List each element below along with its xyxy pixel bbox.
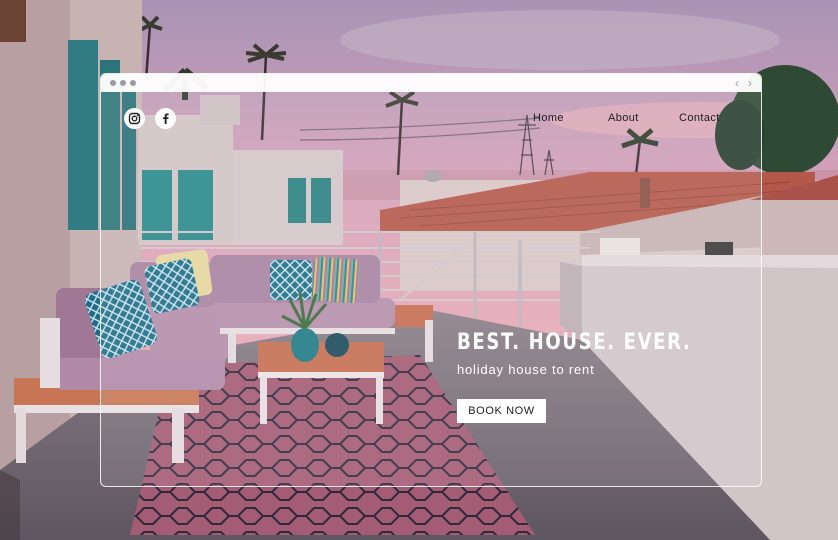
window-dot-icon bbox=[120, 80, 126, 86]
back-arrow-icon[interactable]: ‹ bbox=[735, 75, 739, 91]
book-now-button[interactable]: BOOK NOW bbox=[457, 399, 546, 423]
window-dot-icon bbox=[110, 80, 116, 86]
instagram-icon[interactable] bbox=[124, 108, 145, 129]
window-dot-icon bbox=[130, 80, 136, 86]
nav-item-contact[interactable]: Contact bbox=[679, 112, 720, 124]
facebook-icon[interactable] bbox=[155, 108, 176, 129]
nav-item-home[interactable]: Home bbox=[533, 112, 564, 124]
hero-headline: BEST. HOUSE. EVER. bbox=[457, 330, 692, 355]
nav-item-about[interactable]: About bbox=[608, 112, 639, 124]
hero-subheadline: holiday house to rent bbox=[457, 362, 595, 377]
forward-arrow-icon[interactable]: › bbox=[748, 75, 752, 91]
browser-window-mockup: ‹ › Home About Contact BEST. HOUSE. EVER… bbox=[100, 73, 762, 487]
browser-title-bar: ‹ › bbox=[101, 74, 761, 92]
